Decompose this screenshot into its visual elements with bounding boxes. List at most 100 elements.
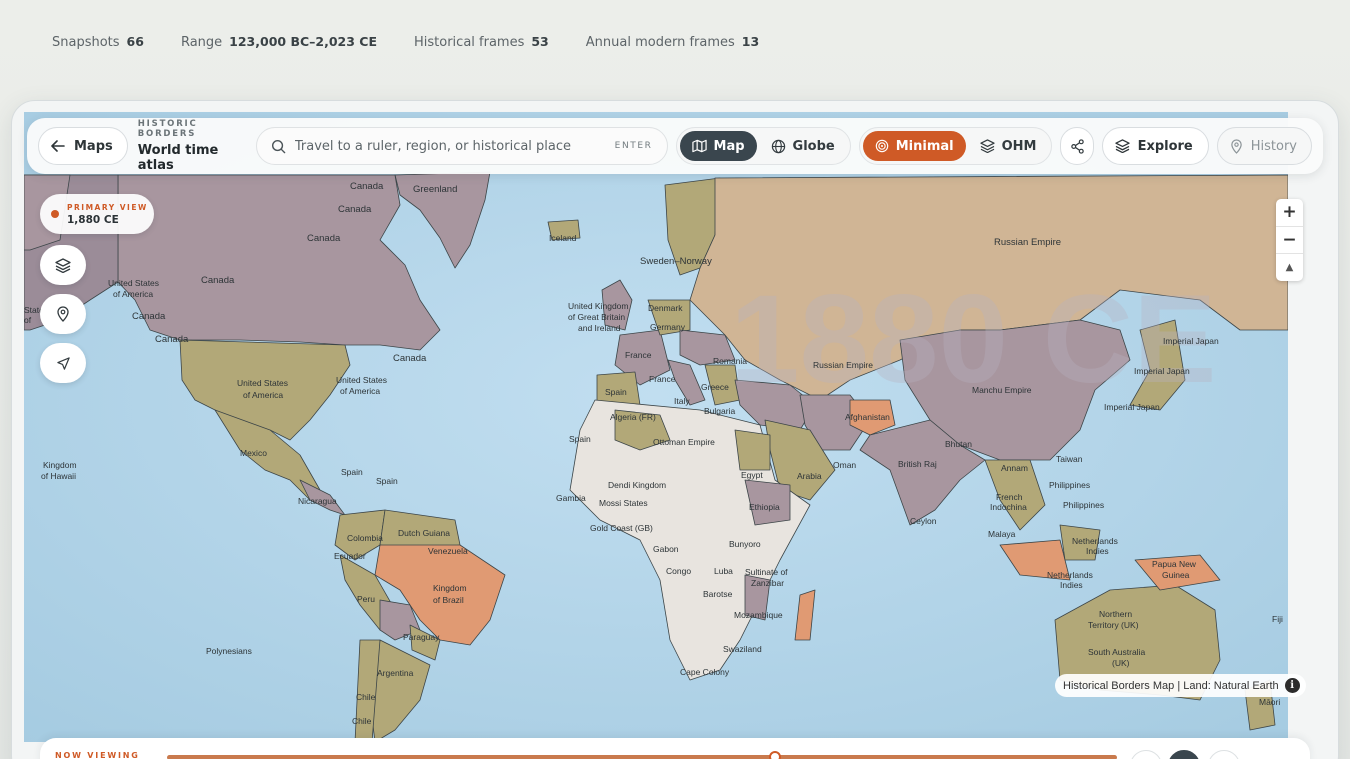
map-label: Sultinate of [745, 567, 788, 577]
map-label: Chile [352, 716, 372, 726]
timeline-next-button[interactable] [1208, 750, 1240, 759]
stat-historical-frames: Historical frames 53 [414, 34, 549, 50]
locate-me-button[interactable] [40, 343, 86, 383]
map-label: Spain [341, 467, 363, 477]
map-label: of America [113, 289, 153, 299]
world-map[interactable]: 1880 CE Greenland Canada Canada Canada C… [24, 112, 1288, 742]
style-ohm-label: OHM [1001, 138, 1037, 154]
map-label: Malaya [988, 529, 1016, 539]
map-label: Canada [350, 181, 384, 192]
map-label: Canada [155, 334, 189, 345]
stats-row: Snapshots 66 Range 123,000 BC–2,023 CE H… [52, 34, 759, 50]
map-label: Northern [1099, 609, 1132, 619]
map-label: Bulgaria [704, 406, 735, 416]
map-label: Imperial Japan [1134, 366, 1190, 376]
map-label: Manchu Empire [972, 385, 1032, 395]
region-egypt [734, 429, 771, 471]
location-pin-icon [57, 306, 69, 322]
map-label: Papua New [1152, 559, 1197, 569]
stat-snapshots: Snapshots 66 [52, 34, 144, 50]
pin-location-button[interactable] [40, 294, 86, 334]
map-label: Canada [307, 233, 341, 244]
style-minimal-button[interactable]: Minimal [862, 131, 966, 161]
map-label: Ecuador [334, 551, 366, 561]
compass-icon: ▲ [1285, 262, 1294, 274]
map-label: Mexico [240, 448, 267, 458]
primary-view-year: 1,880 CE [67, 213, 119, 226]
stat-annual-frames: Annual modern frames 13 [586, 34, 759, 50]
stat-value: 13 [741, 34, 760, 49]
attribution-text: Historical Borders Map | Land: Natural E… [1063, 679, 1279, 692]
map-label: of [24, 315, 32, 325]
map-label: Romania [713, 356, 747, 366]
primary-view-badge[interactable]: PRIMARY VIEW 1,880 CE [40, 194, 154, 234]
map-label: Netherlands [1072, 536, 1118, 546]
search-input[interactable] [294, 138, 606, 154]
map-label: of Great Britain [568, 312, 625, 322]
view-globe-label: Globe [792, 138, 835, 154]
zoom-out-button[interactable]: − [1276, 227, 1303, 255]
map-label: French [996, 492, 1023, 502]
history-label: History [1250, 138, 1297, 154]
view-globe-button[interactable]: Globe [759, 131, 847, 161]
view-map-button[interactable]: Map [679, 131, 757, 161]
map-label: Venezuela [428, 546, 468, 556]
map-label: Canada [338, 204, 372, 215]
location-pin-icon [1231, 138, 1242, 154]
arrow-left-icon [51, 140, 65, 152]
map-label: Gambia [556, 493, 586, 503]
timeline-thumb[interactable] [769, 751, 781, 759]
map-label: Germany [650, 322, 686, 332]
timeline-prev-button[interactable] [1130, 750, 1162, 759]
map-label: Spain [376, 476, 398, 486]
stat-value: 53 [531, 34, 549, 49]
map-label: United States [336, 375, 387, 385]
map-label: Cape Colony [680, 667, 730, 677]
style-minimal-label: Minimal [895, 138, 954, 154]
map-label: Polynesians [206, 646, 252, 656]
layers-icon [1114, 139, 1130, 153]
info-icon[interactable]: i [1284, 678, 1300, 693]
view-map-label: Map [713, 138, 745, 154]
back-to-maps-button[interactable]: Maps [38, 127, 128, 165]
map-label: Dutch Guiana [398, 528, 450, 538]
timeline-play-button[interactable] [1168, 750, 1200, 759]
compass-reset-button[interactable]: ▲ [1276, 254, 1303, 281]
explore-button[interactable]: Explore [1101, 127, 1209, 165]
map-label: Barotse [703, 589, 733, 599]
map-label: Afghanistan [845, 412, 890, 422]
layers-button[interactable] [40, 245, 86, 285]
stat-label: Snapshots [52, 35, 120, 50]
map-label: Ethiopia [749, 502, 780, 512]
map-label: of Hawaii [41, 471, 76, 481]
stat-value: 66 [126, 34, 144, 49]
stat-label: Range [180, 35, 223, 50]
map-label: Algeria (FR) [610, 412, 656, 422]
map-label: of Brazil [433, 595, 464, 605]
map-label: Paraguay [403, 632, 440, 642]
map-label: Kingdom [43, 460, 77, 470]
stat-range: Range 123,000 BC–2,023 CE [181, 34, 377, 50]
map-label: Spain [605, 387, 627, 397]
share-icon [1070, 138, 1084, 154]
timeline-track[interactable] [167, 751, 1117, 759]
map-label: Congo [666, 566, 691, 576]
map-canvas[interactable]: 1880 CE Greenland Canada Canada Canada C… [24, 112, 1288, 742]
share-button[interactable] [1060, 127, 1094, 165]
search-bar[interactable]: ENTER [255, 127, 668, 165]
map-label: Indochina [990, 502, 1027, 512]
map-label: Indies [1060, 580, 1083, 590]
map-label: Canada [132, 311, 166, 322]
zoom-in-button[interactable]: + [1276, 199, 1303, 227]
map-label: Indies [1086, 546, 1109, 556]
app-brand: HISTORIC BORDERS World time atlas [138, 119, 244, 173]
map-label: France [625, 350, 652, 360]
layers-icon [55, 257, 71, 273]
map-label: Zanzibar [751, 578, 784, 588]
map-label: (UK) [1112, 658, 1130, 668]
map-label: Philippines [1049, 480, 1090, 490]
history-button[interactable]: History [1216, 127, 1312, 165]
style-ohm-button[interactable]: OHM [968, 131, 1049, 161]
map-label: United Kingdom [568, 301, 628, 311]
zoom-control: + − ▲ [1276, 199, 1303, 281]
